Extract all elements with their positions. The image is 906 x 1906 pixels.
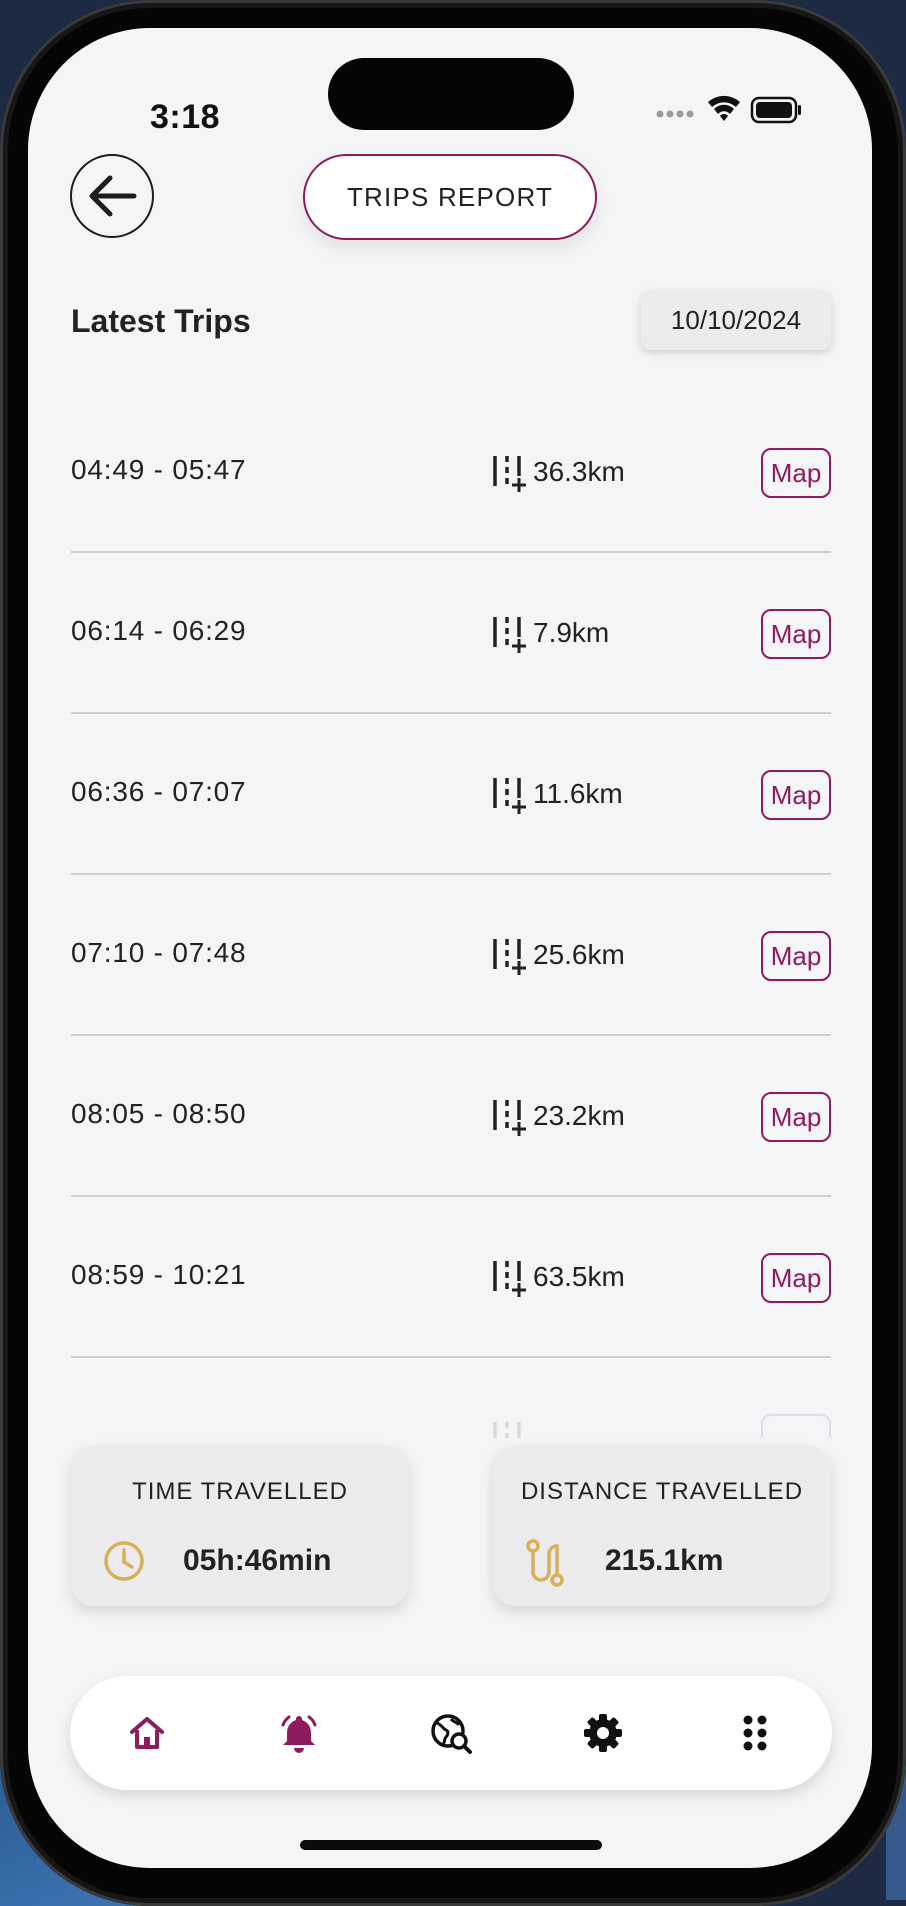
nav-settings[interactable] (573, 1703, 633, 1763)
trip-row: 04:49 - 05:47 36.3km Map (71, 392, 831, 553)
trip-time-range: 04:49 - 05:47 (71, 454, 247, 485)
trip-distance: 11.6km (491, 772, 623, 816)
app-screen: 3:18 TRIPS REPORT Latest Trips 10/10/202… (28, 28, 872, 1868)
map-button[interactable] (761, 1414, 831, 1438)
route-icon (523, 1538, 569, 1593)
trip-distance (491, 1416, 533, 1438)
grid-icon (743, 1715, 767, 1751)
bottom-nav (70, 1676, 832, 1790)
trip-distance-value: 25.6km (533, 939, 625, 970)
home-indicator[interactable] (300, 1840, 602, 1850)
time-travelled-value: 05h:46min (183, 1544, 332, 1577)
trip-time-range: 08:05 - 08:50 (71, 1098, 247, 1129)
map-button[interactable]: Map (761, 1092, 831, 1142)
trip-distance-value: 23.2km (533, 1100, 625, 1131)
trip-distance: 7.9km (491, 611, 609, 655)
dynamic-island (328, 58, 574, 130)
distance-travelled-label: DISTANCE TRAVELLED (520, 1478, 804, 1505)
clock-icon (101, 1538, 147, 1589)
status-bar-time: 3:18 (150, 98, 221, 136)
trip-time-range: 06:36 - 07:07 (71, 776, 247, 807)
distance-road-icon (493, 617, 526, 653)
distance-road-icon (493, 1100, 526, 1136)
trip-row-partial (71, 1358, 831, 1438)
trip-distance-value: 63.5km (533, 1261, 625, 1292)
trip-distance-value: 7.9km (533, 617, 610, 648)
nav-home[interactable] (117, 1703, 177, 1763)
back-button[interactable] (70, 154, 154, 238)
time-travelled-label: TIME TRAVELLED (132, 1478, 348, 1505)
time-travelled-card: TIME TRAVELLED 05h:46min (71, 1446, 409, 1606)
trip-time-range: 07:10 - 07:48 (71, 937, 247, 968)
trip-row: 08:05 - 08:50 23.2km Map (71, 1036, 831, 1197)
trip-row: 07:10 - 07:48 25.6km Map (71, 875, 831, 1036)
map-button[interactable]: Map (761, 770, 831, 820)
trip-row: 08:59 - 10:21 63.5km Map (71, 1197, 831, 1358)
trip-distance: 36.3km (491, 450, 625, 494)
phone-frame: 3:18 TRIPS REPORT Latest Trips 10/10/202… (0, 0, 906, 1906)
trip-distance: 25.6km (491, 933, 625, 977)
trip-time-range: 06:14 - 06:29 (71, 615, 247, 646)
trip-time-range: 08:59 - 10:21 (71, 1259, 247, 1290)
nav-more[interactable] (725, 1703, 785, 1763)
distance-travelled-value: 215.1km (605, 1544, 724, 1577)
globe-search-icon (431, 1714, 472, 1754)
trip-distance: 63.5km (491, 1255, 625, 1299)
map-button[interactable]: Map (761, 931, 831, 981)
distance-road-icon (493, 456, 526, 492)
page-title: TRIPS REPORT (303, 154, 597, 240)
map-button[interactable]: Map (761, 609, 831, 659)
home-icon (130, 1717, 164, 1749)
distance-road-icon (493, 1261, 526, 1297)
trip-row: 06:36 - 07:07 11.6km Map (71, 714, 831, 875)
date-picker[interactable]: 10/10/2024 (641, 290, 831, 350)
bell-icon (281, 1715, 317, 1753)
trip-distance-value: 36.3km (533, 456, 625, 487)
signal-wifi-battery-icon (656, 95, 801, 124)
distance-road-icon (493, 939, 526, 975)
map-button[interactable]: Map (761, 448, 831, 498)
trip-distance: 23.2km (491, 1094, 625, 1138)
map-button[interactable]: Map (761, 1253, 831, 1303)
distance-road-icon (493, 778, 526, 814)
distance-road-icon (493, 1422, 521, 1438)
distance-travelled-card: DISTANCE TRAVELLED 215.1km (493, 1446, 831, 1606)
trip-list[interactable]: 04:49 - 05:47 36.3km Map 06:14 - 06:29 7… (71, 392, 831, 1438)
trip-row: 06:14 - 06:29 7.9km Map (71, 553, 831, 714)
nav-search-map[interactable] (421, 1703, 481, 1763)
trip-distance-value: 11.6km (533, 778, 623, 809)
status-bar-icons (626, 90, 806, 130)
gear-icon (584, 1714, 622, 1752)
latest-trips-heading: Latest Trips (71, 303, 251, 339)
nav-alerts[interactable] (269, 1703, 329, 1763)
arrow-left-icon (89, 175, 137, 217)
